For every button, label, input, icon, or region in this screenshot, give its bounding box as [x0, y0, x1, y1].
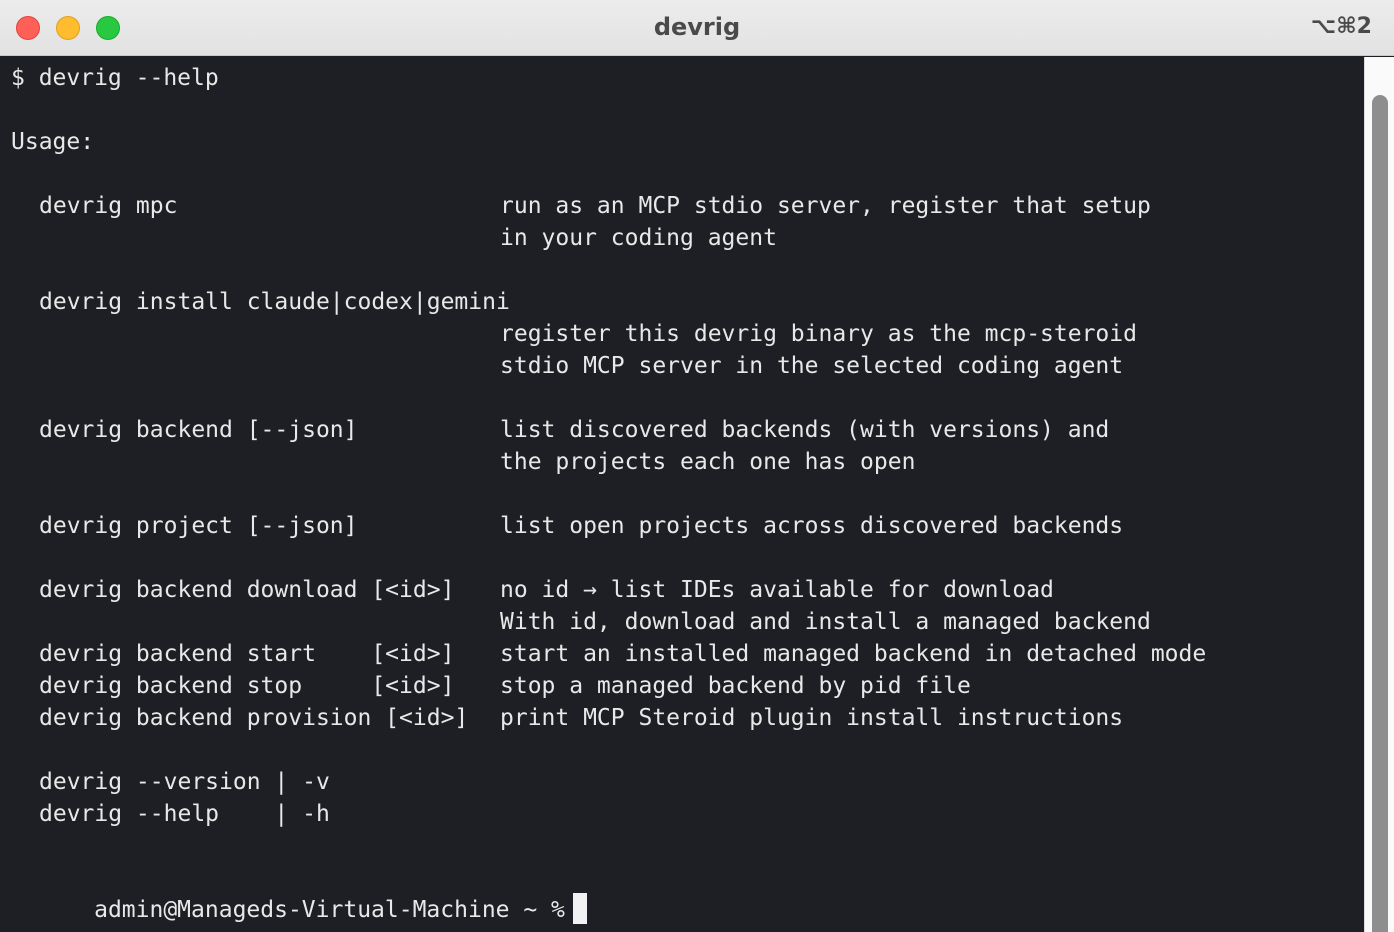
usage-command: devrig backend provision [<id>]	[39, 705, 469, 731]
usage-description: stdio MCP server in the selected coding …	[500, 353, 1124, 379]
terminal-output[interactable]: $ devrig --help Usage: devrig mpc run as…	[0, 57, 1364, 932]
usage-heading: Usage:	[11, 129, 95, 155]
usage-command: devrig mpc	[39, 193, 178, 219]
usage-description: run as an MCP stdio server, register tha…	[500, 193, 1151, 219]
usage-description: stop a managed backend by pid file	[500, 673, 971, 699]
usage-description: print MCP Steroid plugin install instruc…	[500, 705, 1124, 731]
shell-prompt-line[interactable]: admin@Manageds-Virtual-Machine ~ %	[11, 862, 587, 924]
text-cursor	[572, 893, 587, 924]
usage-command: devrig install claude|codex|gemini	[39, 289, 510, 315]
usage-description: With id, download and install a managed …	[500, 609, 1151, 635]
usage-description: list open projects across discovered bac…	[500, 513, 1124, 539]
vertical-scrollbar[interactable]	[1364, 57, 1394, 932]
usage-description: register this devrig binary as the mcp-s…	[500, 321, 1137, 347]
usage-description: list discovered backends (with versions)…	[500, 417, 1110, 443]
scrollbar-thumb[interactable]	[1372, 95, 1388, 932]
usage-command: devrig project [--json]	[39, 513, 358, 539]
title-bar: devrig ⌥⌘2	[0, 0, 1394, 56]
usage-command: devrig backend download [<id>]	[39, 577, 455, 603]
command-line: $ devrig --help	[11, 65, 219, 91]
shell-prompt: admin@Manageds-Virtual-Machine ~ %	[94, 897, 565, 923]
usage-description: no id → list IDEs available for download	[500, 577, 1054, 603]
usage-command: devrig backend stop [<id>]	[39, 673, 455, 699]
usage-command: devrig backend start [<id>]	[39, 641, 455, 667]
usage-description: in your coding agent	[500, 225, 777, 251]
window-title: devrig	[653, 13, 741, 41]
usage-description: start an installed managed backend in de…	[500, 641, 1207, 667]
usage-flag: devrig --help | -h	[39, 801, 330, 827]
usage-flag: devrig --version | -v	[39, 769, 330, 795]
usage-description: the projects each one has open	[500, 449, 916, 475]
terminal-window: devrig ⌥⌘2 $ devrig --help Usage: devrig…	[0, 0, 1394, 932]
usage-command: devrig backend [--json]	[39, 417, 358, 443]
tab-shortcut-label: ⌥⌘2	[1310, 14, 1372, 39]
